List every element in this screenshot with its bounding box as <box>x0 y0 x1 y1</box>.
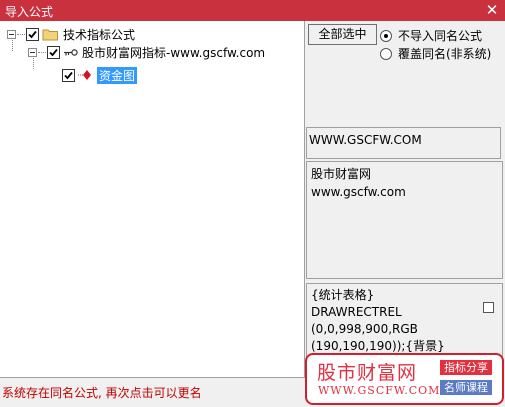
radio-overwrite-indicator[interactable] <box>380 47 392 60</box>
tree-node-root[interactable]: 技术指标公式 <box>7 25 135 43</box>
key-icon <box>64 48 78 56</box>
watermark-site-name: 股市财富网 <box>317 362 418 384</box>
options-panel: 全部选中 不导入同名公式 覆盖同名(非系统) WWW.GSCFW.COM 股市财… <box>306 21 505 378</box>
url-field: WWW.GSCFW.COM <box>306 127 501 159</box>
formula-tree: 技术指标公式 股市财富网指标-www.gscfw.com 资金图 <box>0 21 305 378</box>
description-box: 股市财富网 www.gscfw.com <box>306 161 503 279</box>
radio-skip-indicator[interactable] <box>380 29 392 42</box>
close-icon[interactable]: ✕ <box>485 1 499 19</box>
site-watermark-logo: 股市财富网 WWW.GSCFW.COM 指标分享 名师课程 <box>305 353 504 405</box>
radio-overwrite[interactable]: 覆盖同名(非系统) <box>380 45 491 62</box>
watermark-tag-course: 名师课程 <box>440 380 492 395</box>
tree-group-label: 股市财富网指标-www.gscfw.com <box>82 45 266 60</box>
collapse-icon[interactable] <box>28 47 37 57</box>
tree-root-label: 技术指标公式 <box>63 27 136 42</box>
tree-item-label[interactable]: 资金图 <box>97 66 138 84</box>
watermark-tag-share: 指标分享 <box>440 360 492 375</box>
radio-skip-label: 不导入同名公式 <box>398 29 483 43</box>
tree-group-checkbox[interactable] <box>47 45 60 59</box>
watermark-site-url: WWW.GSCFW.COM <box>318 384 441 397</box>
code-line: (0,0,998,900,RGB <box>311 322 418 336</box>
select-all-button[interactable]: 全部选中 <box>308 24 377 45</box>
tree-item-checkbox[interactable] <box>62 68 75 82</box>
code-line: DRAWRECTREL <box>311 305 402 319</box>
description-line: 股市财富网 <box>311 167 372 181</box>
radio-overwrite-label: 覆盖同名(非系统) <box>398 47 492 61</box>
radio-skip-duplicates[interactable]: 不导入同名公式 <box>380 27 482 44</box>
tree-node-group[interactable]: 股市财富网指标-www.gscfw.com <box>28 43 265 61</box>
formula-diamond-icon <box>78 70 91 80</box>
status-message: 系统存在同名公式, 再次点击可以更名 <box>2 386 202 400</box>
code-checkbox[interactable] <box>483 302 494 313</box>
tree-node-item[interactable]: 资金图 <box>48 66 138 84</box>
window-title: 导入公式 <box>5 5 54 19</box>
collapse-icon[interactable] <box>7 29 16 39</box>
code-line: {统计表格} <box>311 288 375 302</box>
description-line: www.gscfw.com <box>311 185 406 199</box>
tree-root-checkbox[interactable] <box>26 27 39 41</box>
title-bar: 导入公式 ✕ <box>0 0 505 21</box>
folder-icon <box>42 29 58 40</box>
